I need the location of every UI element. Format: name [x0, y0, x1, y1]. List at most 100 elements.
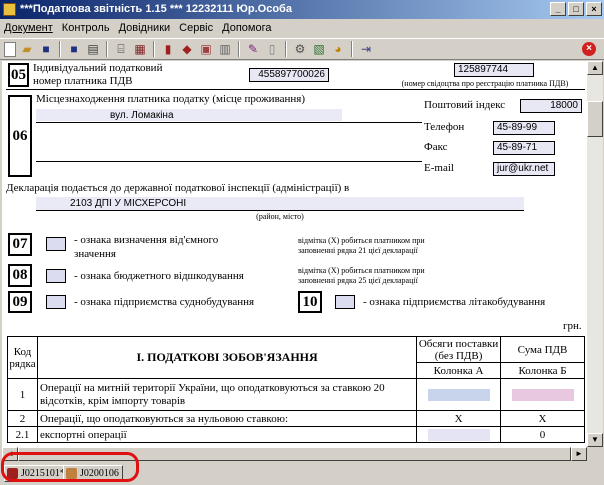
row3-volume-input[interactable] — [427, 428, 490, 441]
address-underline — [36, 122, 422, 123]
fax-label: Факс — [424, 141, 448, 153]
address-underline-2 — [36, 161, 422, 162]
toolbar-separator — [153, 41, 155, 57]
scroll-right-icon[interactable]: ► — [571, 447, 587, 461]
line21-note-line2: заповненні рядка 21 цієї декларації — [298, 246, 418, 255]
maximize-button[interactable]: □ — [568, 2, 584, 16]
toolbar-separator — [351, 41, 353, 57]
menu-control[interactable]: Контроль — [62, 22, 110, 34]
ipn-label-line2: номер платника ПДВ — [33, 75, 133, 87]
highlight-ring — [1, 452, 139, 482]
postcode-field[interactable]: 18000 — [520, 99, 582, 113]
email-field[interactable]: jur@ukr.net — [493, 162, 555, 176]
close-circle-icon[interactable]: × — [582, 42, 596, 56]
row3-column-b[interactable]: 0 — [500, 426, 585, 443]
vat-sum-header: Сума ПДВ — [500, 336, 585, 363]
aircraft-checkbox[interactable] — [335, 295, 355, 309]
table-row: 1 Операції на митній території України, … — [7, 378, 585, 411]
toolbar: ▰ ■ ■ ▤ ⌸ ▦ ▮ ◆ ▣ ▥ ✎ ▯ ⚙ ▧ ◕ ⇥ × — [0, 38, 604, 60]
close-button[interactable]: × — [586, 2, 602, 16]
paste-icon[interactable]: ▥ — [217, 41, 233, 57]
page-icon[interactable]: ▯ — [264, 41, 280, 57]
open-icon[interactable]: ▰ — [19, 41, 35, 57]
shipbuilding-label: - ознака підприємства суднобудування — [74, 296, 255, 308]
negative-value-label-line2: значення — [74, 248, 116, 260]
section-number-09: 09 — [8, 291, 32, 313]
refund-checkbox[interactable] — [46, 269, 66, 283]
exit-icon[interactable]: ⇥ — [358, 41, 374, 57]
toolbar-separator — [238, 41, 240, 57]
preview-icon[interactable]: ⌸ — [113, 41, 129, 57]
ipn-field[interactable]: 455897700026 — [249, 68, 329, 82]
new-icon[interactable] — [4, 41, 16, 57]
vertical-scroll-thumb[interactable] — [587, 101, 603, 137]
menu-service[interactable]: Сервіс — [179, 22, 213, 34]
toolbar-separator — [59, 41, 61, 57]
menu-bar: Документ Контроль Довідники Сервіс Допом… — [0, 19, 604, 37]
negative-value-checkbox[interactable] — [46, 237, 66, 251]
phone-field[interactable]: 45-89-99 — [493, 121, 555, 135]
library-icon[interactable]: ◆ — [179, 41, 195, 57]
table-row: 2 Операції, що оподатковуються за нульов… — [7, 410, 585, 427]
row1-column-a — [416, 378, 502, 411]
save-icon[interactable]: ■ — [38, 41, 54, 57]
column-a-header: Колонка А — [416, 362, 502, 379]
vat-cert-field[interactable]: 125897744 — [454, 63, 534, 77]
window-title: ***Податкова звітність 1.15 *** 12232111… — [20, 3, 292, 15]
fax-field[interactable]: 45-89-71 — [493, 141, 555, 155]
row1-volume-input[interactable] — [427, 388, 490, 401]
inspection-caption: (район, місто) — [256, 212, 304, 221]
book-icon[interactable]: ▮ — [160, 41, 176, 57]
code-header: Код рядка — [7, 336, 38, 379]
address-field[interactable]: вул. Ломакіна — [36, 109, 342, 121]
postcode-label: Поштовий індекс — [424, 99, 506, 111]
settings-icon[interactable]: ⚙ — [292, 41, 308, 57]
negative-value-label-line1: - ознака визначення від'ємного — [74, 234, 219, 246]
menu-document[interactable]: Документ — [4, 22, 53, 34]
row-text-line2: відсотків, крім імпорту товарів — [39, 394, 186, 407]
volume-header-line2: (без ПДВ) — [434, 349, 483, 362]
copy-icon[interactable]: ▣ — [198, 41, 214, 57]
inspection-field[interactable]: 2103 ДПІ У МІСХЕРСОНІ — [36, 197, 524, 210]
wizard-icon[interactable]: ✎ — [245, 41, 261, 57]
scroll-up-icon[interactable]: ▲ — [587, 61, 603, 75]
save-all-icon[interactable]: ■ — [66, 41, 82, 57]
inspection-label: Декларація подається до державної податк… — [6, 182, 350, 194]
shipbuilding-checkbox[interactable] — [46, 295, 66, 309]
menu-help[interactable]: Допомога — [222, 22, 271, 34]
code-header-line2: рядка — [9, 357, 36, 370]
tax-liabilities-table: Код рядка I. ПОДАТКОВІ ЗОБОВ'ЯЗАННЯ Обся… — [7, 336, 585, 443]
section-number-07: 07 — [8, 233, 32, 256]
line21-note-line1: відмітка (Х) робиться платником при — [298, 236, 425, 245]
row2-column-a: X — [416, 410, 502, 427]
menu-references[interactable]: Довідники — [119, 22, 171, 34]
minimize-button[interactable]: _ — [550, 2, 566, 16]
location-label: Місцезнаходження платника податку (місце… — [36, 93, 306, 105]
row-text: Операції, що оподатковуються за нульовою… — [36, 410, 418, 427]
check-icon[interactable]: ◕ — [330, 41, 346, 57]
section-header: I. ПОДАТКОВІ ЗОБОВ'ЯЗАННЯ — [36, 336, 418, 379]
aircraft-label: - ознака підприємства літакобудування — [363, 296, 546, 308]
phone-label: Телефон — [424, 121, 465, 133]
print-icon[interactable]: ▤ — [85, 41, 101, 57]
refund-label: - ознака бюджетного відшкодування — [74, 270, 244, 282]
inspection-underline — [36, 210, 524, 211]
vat-cert-caption: (номер свідоцтва про реєстрацію платника… — [401, 79, 569, 88]
row-text: експортні операції — [36, 426, 418, 443]
currency-label: грн. — [563, 320, 582, 332]
export-icon[interactable]: ▦ — [132, 41, 148, 57]
document-area: 05 Індивідуальний податковий номер платн… — [2, 61, 587, 447]
layout-icon[interactable]: ▧ — [311, 41, 327, 57]
line25-note-line1: відмітка (Х) робиться платником при — [298, 266, 425, 275]
row-code: 2 — [7, 410, 38, 427]
scroll-down-icon[interactable]: ▼ — [587, 433, 603, 447]
row1-column-b — [500, 378, 585, 411]
vertical-scrollbar[interactable]: ▲ ▼ — [587, 61, 603, 447]
row1-vat-input[interactable] — [511, 388, 574, 401]
line25-note-line2: заповненні рядка 25 цієї декларації — [298, 276, 418, 285]
title-bar: ***Податкова звітність 1.15 *** 12232111… — [0, 0, 604, 19]
section-number-08: 08 — [8, 264, 32, 287]
code-header-line1: Код — [13, 345, 32, 358]
volume-header: Обсяги поставки (без ПДВ) — [416, 336, 502, 363]
ipn-label-line1: Індивідуальний податковий — [33, 62, 163, 74]
